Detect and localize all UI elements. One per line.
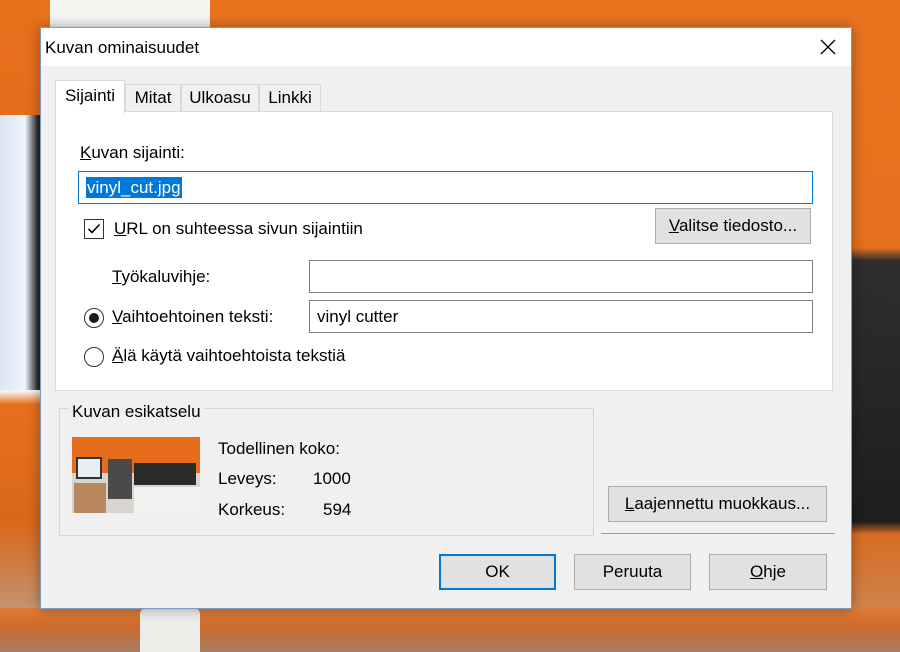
help-button[interactable]: Ohje xyxy=(709,554,827,590)
divider xyxy=(601,533,835,534)
location-input[interactable]: vinyl_cut.jpg xyxy=(78,171,813,204)
height-value: 594 xyxy=(323,500,352,519)
actual-size-label: Todellinen koko: xyxy=(218,439,340,458)
location-input-value: vinyl_cut.jpg xyxy=(86,177,182,198)
width-value: 1000 xyxy=(313,469,351,488)
cancel-button[interactable]: Peruuta xyxy=(574,554,691,590)
tab-mitat[interactable]: Mitat xyxy=(125,84,181,111)
tab-linkki[interactable]: Linkki xyxy=(259,84,321,111)
close-icon xyxy=(820,39,836,55)
ok-button[interactable]: OK xyxy=(439,554,556,590)
preview-title: Kuvan esikatselu xyxy=(69,402,204,422)
no-alt-text-radio[interactable] xyxy=(84,347,104,367)
bg-wall-right xyxy=(850,0,900,652)
location-label: Kuvan sijainti: xyxy=(80,143,185,162)
tab-ulkoasu[interactable]: Ulkoasu xyxy=(181,84,259,111)
close-button[interactable] xyxy=(805,28,851,66)
bg-counter xyxy=(0,608,900,652)
bg-paper xyxy=(50,0,210,28)
no-alt-text-label[interactable]: Älä käytä vaihtoehtoista tekstiä xyxy=(112,346,345,366)
bg-container xyxy=(140,608,200,652)
alt-text-input[interactable]: vinyl cutter xyxy=(309,300,813,333)
choose-file-button[interactable]: Valitse tiedosto... xyxy=(655,208,811,244)
tab-panel-sijainti: Kuvan sijainti: vinyl_cut.jpg URL on suh… xyxy=(55,111,833,391)
tooltip-label: Työkaluvihje: xyxy=(112,267,211,286)
height-label: Korkeus: xyxy=(218,500,286,519)
image-properties-dialog: Kuvan ominaisuudet Sijainti Mitat Ulkoas… xyxy=(40,27,852,609)
title-bar[interactable]: Kuvan ominaisuudet xyxy=(41,28,851,66)
width-label: Leveys: xyxy=(218,469,277,488)
alt-text-label[interactable]: Vaihtoehtoinen teksti: xyxy=(112,307,273,327)
tab-sijainti[interactable]: Sijainti xyxy=(55,80,125,113)
tooltip-input[interactable] xyxy=(309,260,813,293)
checkmark-icon xyxy=(87,223,101,234)
relative-url-label[interactable]: URL on suhteessa sivun sijaintiin xyxy=(114,219,363,239)
dialog-title: Kuvan ominaisuudet xyxy=(45,38,200,57)
advanced-edit-button[interactable]: Laajennettu muokkaus... xyxy=(608,486,827,522)
bg-monitor xyxy=(0,115,42,390)
relative-url-checkbox[interactable] xyxy=(84,219,104,239)
image-preview-thumbnail xyxy=(72,437,200,513)
alt-text-radio[interactable] xyxy=(84,308,104,328)
